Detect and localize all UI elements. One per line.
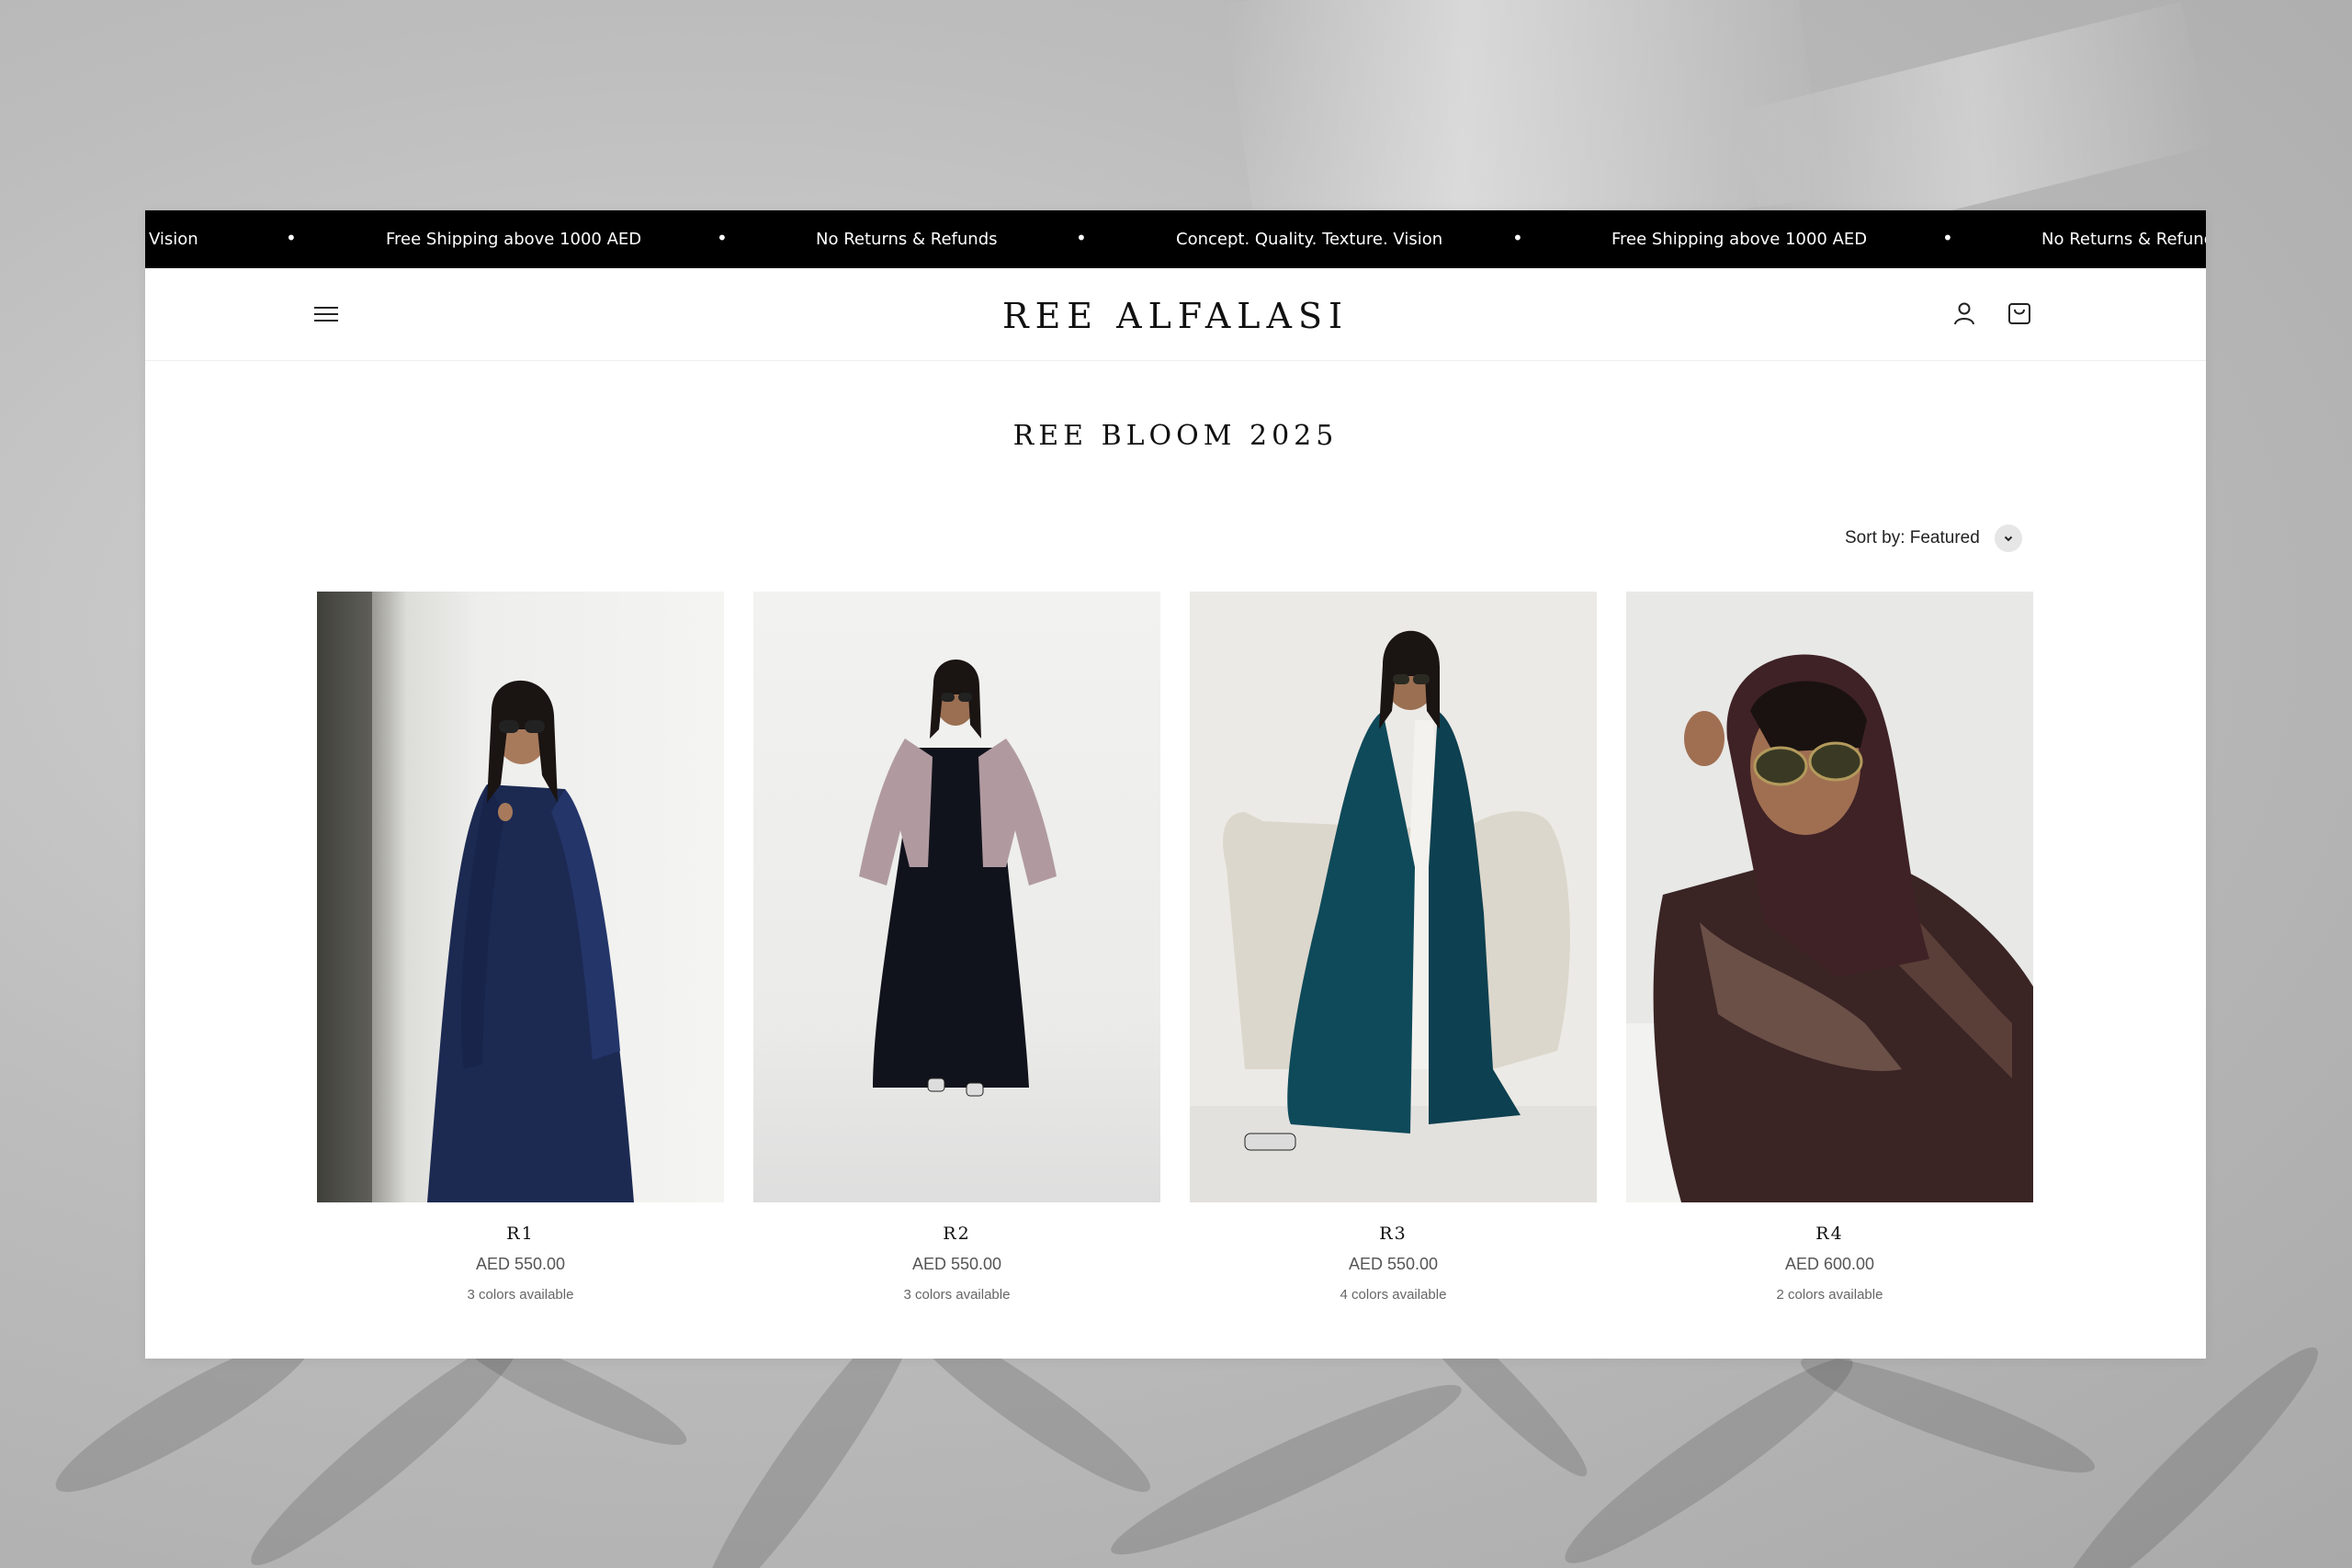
product-image[interactable] xyxy=(753,592,1160,1202)
announcement-separator: • xyxy=(286,227,297,249)
product-price: AED 550.00 xyxy=(911,1255,1002,1273)
announcement-separator: • xyxy=(1942,227,1953,249)
account-button[interactable] xyxy=(1951,299,1978,327)
announcement-separator: • xyxy=(1512,227,1523,249)
chevron-down-icon xyxy=(1994,525,2022,552)
product-name[interactable]: R2 xyxy=(753,1224,1160,1244)
product-grid: R1 AED 550.00 3 colors available R2 AED … xyxy=(317,592,2035,1326)
store-window: Vision • Free Shipping above 1000 AED • … xyxy=(145,210,2206,1359)
product-colors: 3 colors available xyxy=(467,1287,574,1303)
announcement-separator: • xyxy=(717,227,728,249)
product-card-r1[interactable]: R1 AED 550.00 3 colors available xyxy=(317,592,724,1326)
collection-title: REE BLOOM 2025 xyxy=(1012,420,1339,452)
shopping-bag-icon xyxy=(2008,303,2030,324)
sort-label: Sort by: Featured xyxy=(1845,528,1980,547)
announcement-item: Free Shipping above 1000 AED xyxy=(1611,230,1868,249)
product-colors: 3 colors available xyxy=(903,1287,1011,1303)
product-image[interactable] xyxy=(1626,592,2033,1202)
announcement-item: Free Shipping above 1000 AED xyxy=(386,230,642,249)
product-name[interactable]: R4 xyxy=(1626,1224,2033,1244)
user-icon xyxy=(1954,302,1974,325)
product-name[interactable]: R1 xyxy=(317,1224,724,1244)
product-image[interactable] xyxy=(317,592,724,1202)
brand-logo[interactable]: REE ALFALASI xyxy=(145,296,2206,336)
product-card-r2[interactable]: R2 AED 550.00 3 colors available xyxy=(753,592,1160,1326)
announcement-item: No Returns & Refunds xyxy=(816,230,998,249)
product-colors: 2 colors available xyxy=(1776,1287,1883,1303)
announcement-item: No Returns & Refunds xyxy=(2041,230,2206,249)
cart-button[interactable] xyxy=(2006,299,2033,327)
product-card-r4[interactable]: R4 AED 600.00 2 colors available xyxy=(1626,592,2033,1326)
product-price: AED 600.00 xyxy=(1784,1255,1875,1273)
announcement-item: Vision xyxy=(149,230,198,249)
product-price: AED 550.00 xyxy=(475,1255,566,1273)
announcement-track: Vision • Free Shipping above 1000 AED • … xyxy=(145,210,2206,268)
product-card-r3[interactable]: R3 AED 550.00 4 colors available xyxy=(1190,592,1597,1326)
announcement-item: Concept. Quality. Texture. Vision xyxy=(1176,230,1443,249)
announcement-bar: Vision • Free Shipping above 1000 AED • … xyxy=(145,210,2206,268)
product-name[interactable]: R3 xyxy=(1190,1224,1597,1244)
product-colors: 4 colors available xyxy=(1340,1287,1447,1303)
product-image[interactable] xyxy=(1190,592,1597,1202)
announcement-separator: • xyxy=(1076,227,1087,249)
site-header: REE ALFALASI xyxy=(145,268,2206,361)
sort-dropdown[interactable]: Sort by: Featured xyxy=(1845,523,2022,554)
product-price: AED 550.00 xyxy=(1348,1255,1439,1273)
